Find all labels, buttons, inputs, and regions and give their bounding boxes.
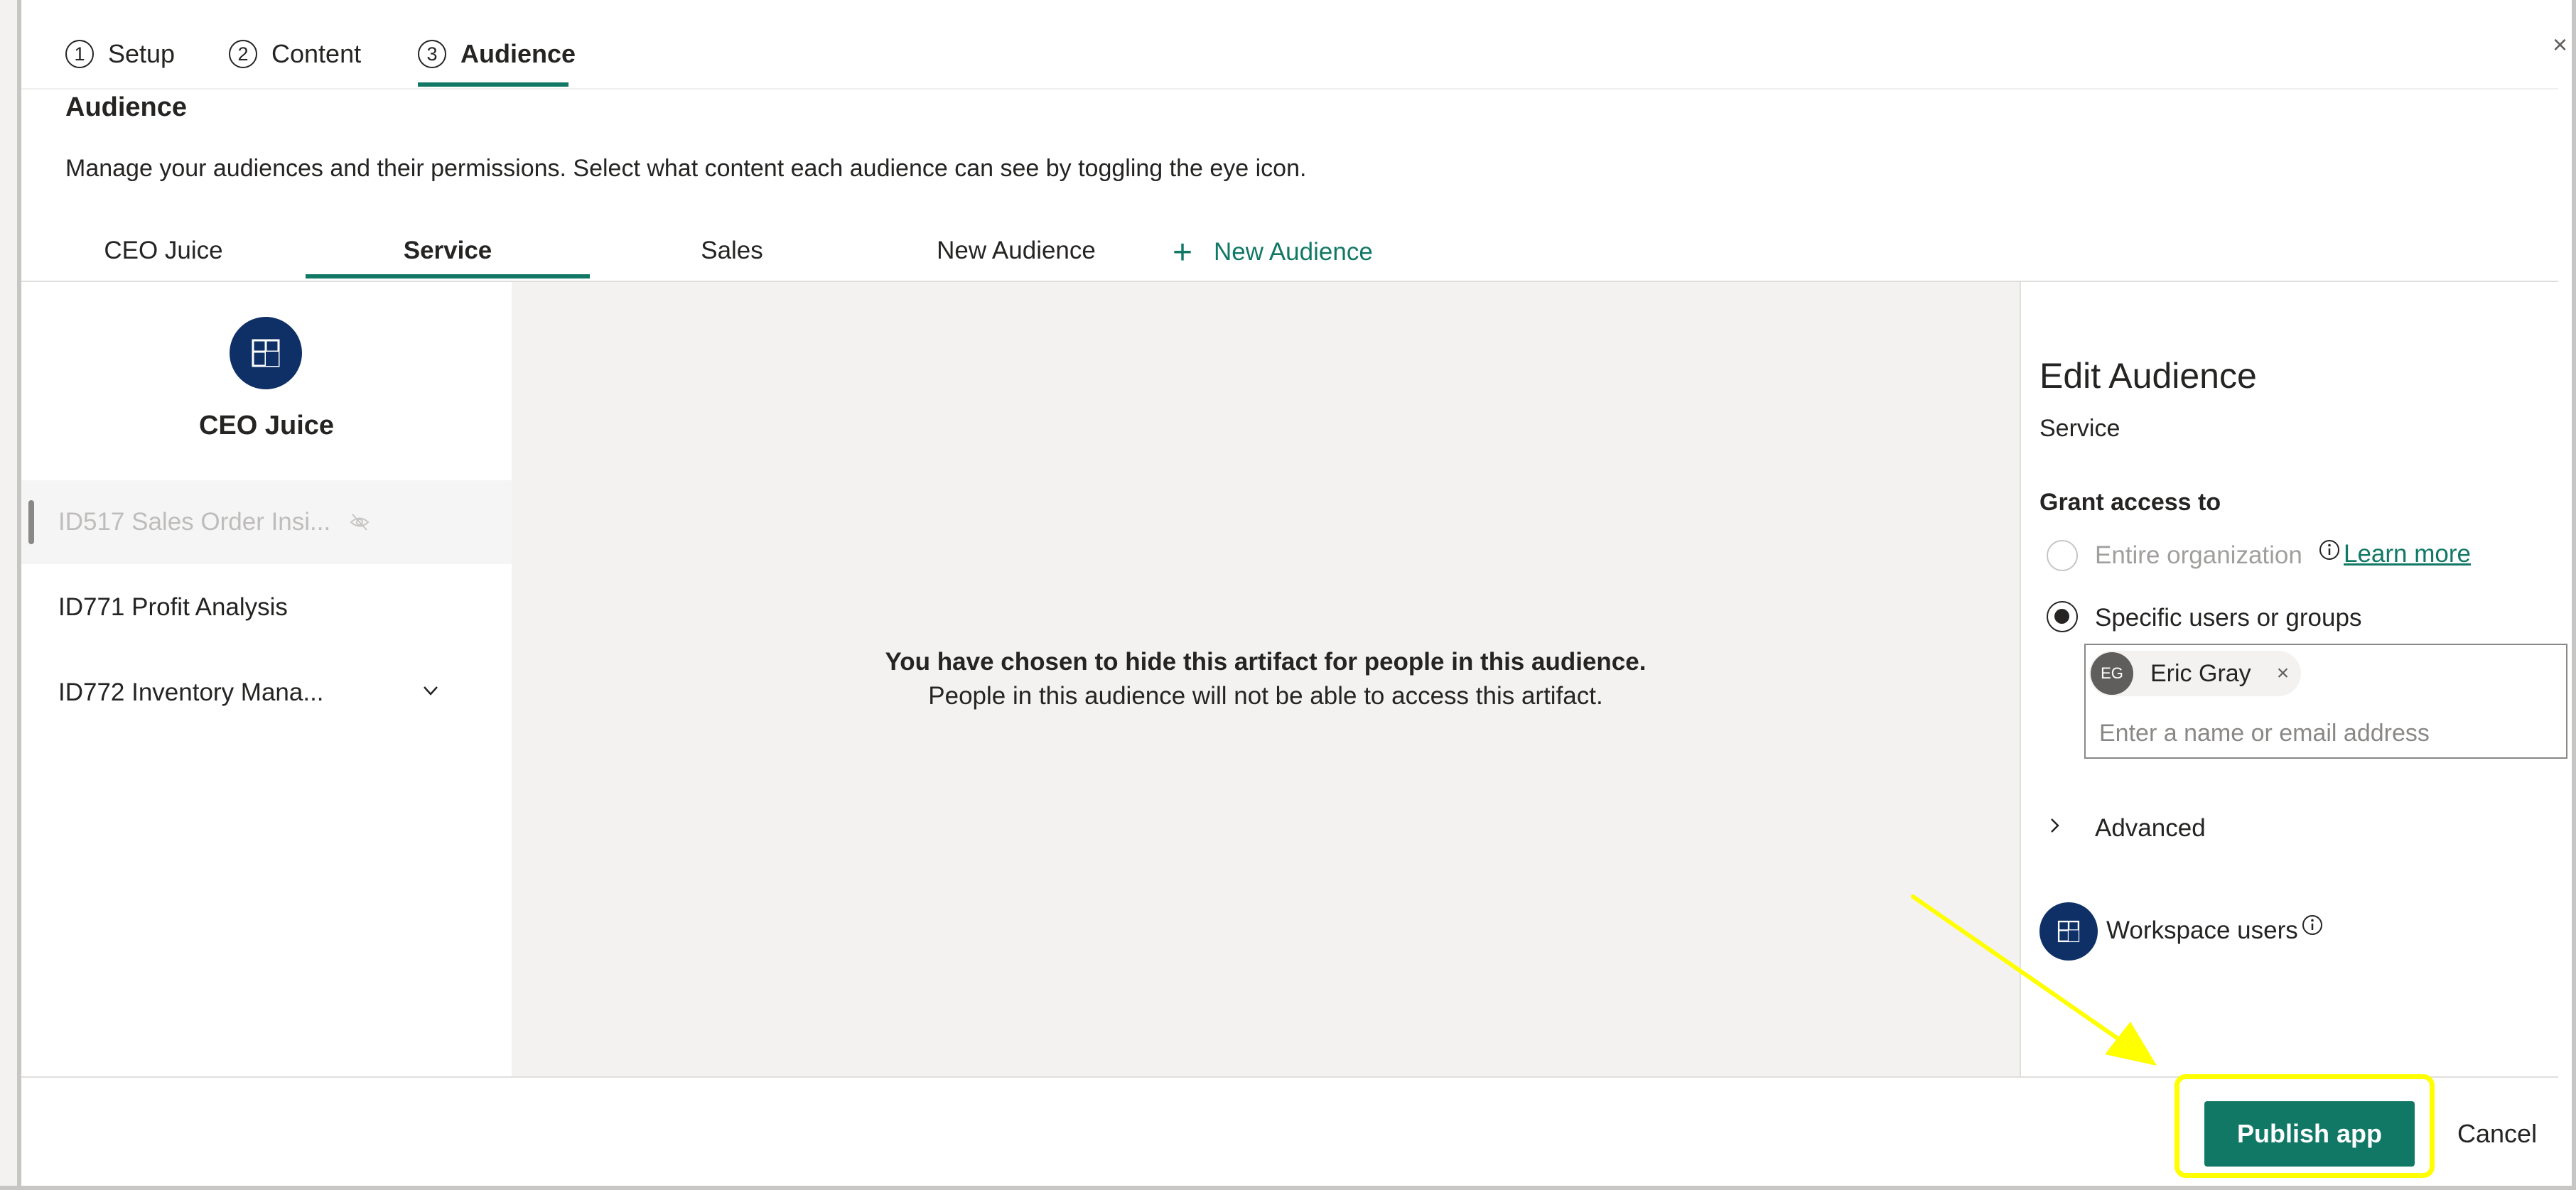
radio-specific-users[interactable] <box>2047 601 2078 632</box>
remove-user-icon[interactable]: × <box>2277 661 2290 686</box>
step-label: Content <box>271 39 362 68</box>
tab-new-audience[interactable]: New Audience <box>874 226 1158 276</box>
tab-service[interactable]: Service <box>306 226 590 276</box>
step-content[interactable]: 2 Content <box>229 33 361 75</box>
edit-audience-title: Edit Audience <box>2039 356 2257 396</box>
user-chip-name: Eric Gray <box>2150 659 2251 687</box>
radio-entire-organization[interactable] <box>2047 540 2078 571</box>
active-step-indicator <box>418 82 568 87</box>
window-right-edge <box>2572 0 2576 1190</box>
chevron-down-icon[interactable] <box>419 679 442 708</box>
selection-indicator <box>28 500 34 544</box>
add-audience-button[interactable]: + New Audience <box>1173 229 1373 276</box>
nav-item-id772[interactable]: ID772 Inventory Mana... <box>21 651 512 735</box>
step-setup[interactable]: 1 Setup <box>65 33 175 75</box>
user-avatar: EG <box>2091 652 2133 695</box>
radio-entire-organization-label: Entire organization <box>2095 541 2302 569</box>
window-bottom-edge <box>0 1186 2576 1190</box>
eye-off-icon[interactable] <box>349 512 370 533</box>
close-icon[interactable]: × <box>2553 30 2567 60</box>
people-search-input[interactable] <box>2098 715 2527 752</box>
advanced-expander[interactable]: Advanced <box>2047 814 2206 843</box>
section-title: Audience <box>65 92 188 122</box>
info-icon[interactable] <box>2301 914 2324 940</box>
step-label: Audience <box>460 39 576 68</box>
annotation-arrow-icon <box>1911 894 2157 1066</box>
radio-specific-users-label: Specific users or groups <box>2095 604 2362 632</box>
nav-item-label: ID517 Sales Order Insi... <box>58 508 331 536</box>
info-icon[interactable] <box>2318 539 2341 565</box>
step-label: Setup <box>108 39 176 68</box>
advanced-label: Advanced <box>2095 814 2206 842</box>
step-number: 2 <box>229 40 257 68</box>
user-chip: EG Eric Gray × <box>2089 651 2301 696</box>
nav-item-label: ID771 Profit Analysis <box>58 593 288 621</box>
app-icon <box>230 317 302 389</box>
nav-item-label: ID772 Inventory Mana... <box>58 678 324 706</box>
section-description: Manage your audiences and their permissi… <box>65 155 1307 182</box>
add-audience-label: New Audience <box>1214 238 1373 266</box>
app-name: CEO Juice <box>198 411 335 440</box>
plus-icon: + <box>1173 233 1193 271</box>
grant-access-heading: Grant access to <box>2039 489 2221 516</box>
publish-app-button[interactable]: Publish app <box>2204 1101 2415 1167</box>
tab-ceo-juice[interactable]: CEO Juice <box>21 226 306 276</box>
step-audience[interactable]: 3 Audience <box>418 33 576 75</box>
window-left-edge <box>0 0 21 1190</box>
active-tab-indicator <box>306 274 590 278</box>
chevron-right-icon <box>2047 814 2064 843</box>
step-number: 1 <box>65 40 94 68</box>
tab-sales[interactable]: Sales <box>590 226 874 276</box>
step-number: 3 <box>418 40 446 68</box>
workspace-icon <box>252 339 280 367</box>
learn-more-link[interactable]: Learn more <box>2344 540 2471 568</box>
hidden-artifact-title: You have chosen to hide this artifact fo… <box>885 648 1647 676</box>
edit-audience-subtitle: Service <box>2039 415 2120 442</box>
nav-item-id771[interactable]: ID771 Profit Analysis <box>21 566 512 649</box>
cancel-button[interactable]: Cancel <box>2453 1101 2541 1167</box>
header-divider <box>21 88 2558 90</box>
hidden-artifact-description: People in this audience will not be able… <box>928 682 1603 710</box>
nav-item-id517[interactable]: ID517 Sales Order Insi... <box>21 480 512 564</box>
artifact-preview-area <box>512 282 2020 1076</box>
